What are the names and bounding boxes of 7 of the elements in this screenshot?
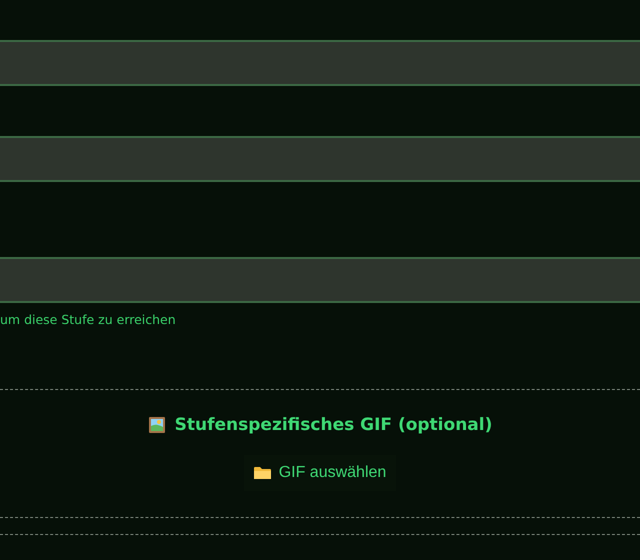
picture-icon — [148, 416, 166, 434]
hint-text: um diese Stufe zu erreichen — [0, 312, 176, 327]
input-field[interactable] — [0, 40, 640, 86]
folder-icon — [254, 466, 271, 480]
section-heading: Stufenspezifisches GIF (optional) — [174, 415, 492, 435]
input-field[interactable] — [0, 257, 640, 303]
input-field[interactable] — [0, 136, 640, 182]
